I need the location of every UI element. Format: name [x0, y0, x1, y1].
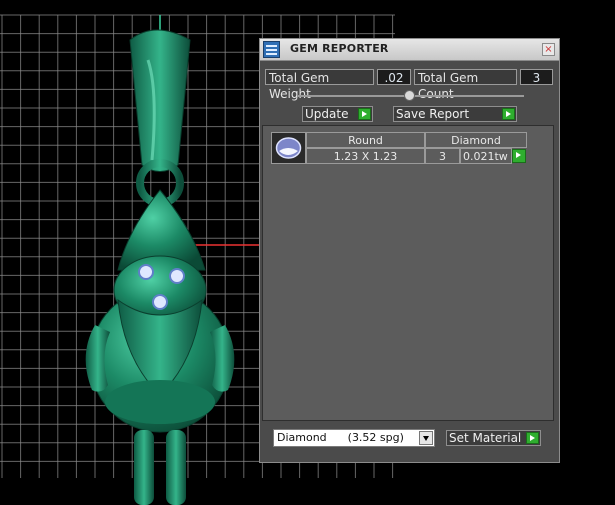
- update-button-label: Update: [305, 107, 349, 121]
- total-gem-count-label: Total Gem Count: [414, 69, 517, 101]
- close-button[interactable]: ×: [542, 43, 555, 56]
- save-report-button-label: Save Report: [396, 107, 470, 121]
- total-gem-count-value: 3: [520, 69, 553, 85]
- material-header: Diamond: [425, 132, 527, 148]
- shape-header: Round: [306, 132, 425, 148]
- chevron-down-icon[interactable]: [419, 431, 433, 445]
- gem-count-cell: 3: [425, 148, 460, 164]
- panel-title: GEM REPORTER: [290, 42, 389, 55]
- total-gem-weight-value: .02: [377, 69, 411, 85]
- panel-titlebar[interactable]: GEM REPORTER ×: [260, 39, 559, 61]
- play-arrow-icon: [526, 432, 539, 444]
- gem-size-cell: 1.23 X 1.23: [306, 148, 425, 164]
- gem-list[interactable]: Round Diamond 1.23 X 1.23 3 0.021tw: [262, 125, 554, 421]
- gem-row[interactable]: Round Diamond 1.23 X 1.23 3 0.021tw: [271, 132, 529, 166]
- round-gem-icon: [271, 132, 306, 164]
- set-material-button-label: Set Material: [449, 431, 522, 445]
- material-dropdown[interactable]: Diamond (3.52 spg): [273, 429, 435, 447]
- gem-reporter-panel: GEM REPORTER × Total Gem Weight .02 Tota…: [259, 38, 560, 463]
- play-arrow-icon: [502, 108, 515, 120]
- update-button[interactable]: Update: [302, 106, 373, 122]
- gem-weight-cell: 0.021tw: [460, 148, 512, 164]
- set-material-button[interactable]: Set Material: [446, 430, 541, 446]
- save-report-button[interactable]: Save Report: [393, 106, 517, 122]
- row-go-icon[interactable]: [512, 149, 526, 163]
- play-arrow-icon: [358, 108, 371, 120]
- slider-handle[interactable]: [404, 90, 415, 101]
- gem-reporter-app-icon: [263, 41, 280, 58]
- total-gem-weight-label: Total Gem Weight: [265, 69, 374, 101]
- material-dropdown-value: Diamond (3.52 spg): [277, 431, 404, 444]
